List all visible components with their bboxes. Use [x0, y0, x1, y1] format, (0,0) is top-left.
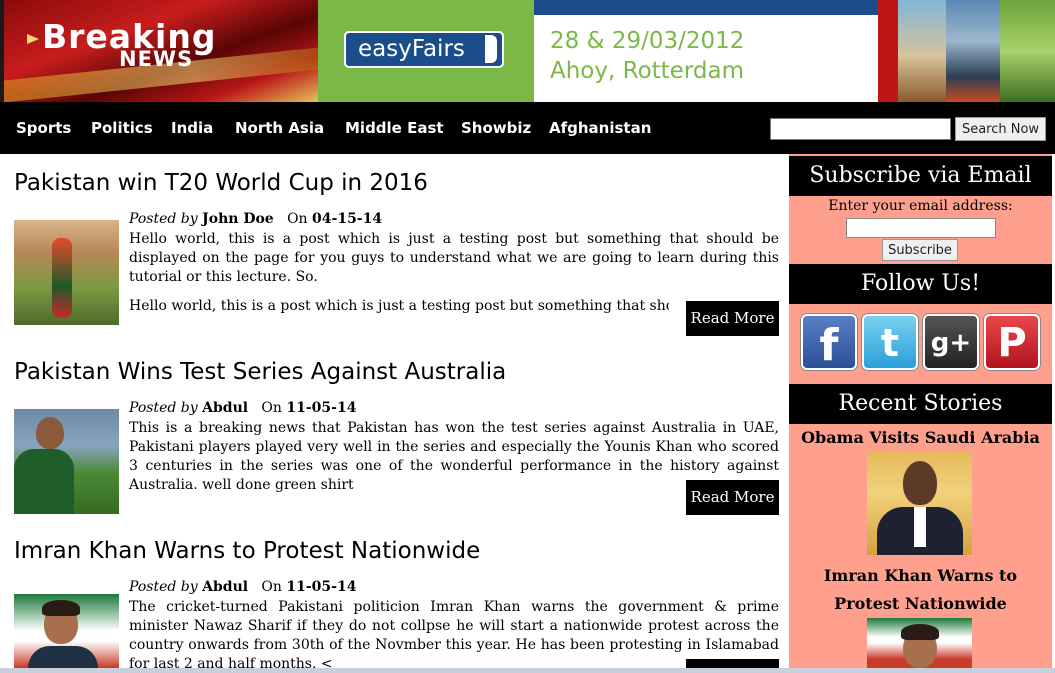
window-bottom-edge — [0, 668, 1055, 673]
nav-link-afghanistan[interactable]: Afghanistan — [549, 119, 651, 137]
post-meta: Posted by John Doe On 04-15-14 — [129, 211, 382, 227]
thumbnail-hair — [42, 600, 80, 616]
pinterest-icon[interactable]: P — [984, 314, 1040, 370]
read-more-button[interactable]: Read More — [686, 301, 779, 336]
post-meta: Posted by Abdul On 11-05-14 — [129, 579, 356, 595]
post-item: Pakistan win T20 World Cup in 2016 Poste… — [14, 170, 779, 340]
post-thumbnail[interactable] — [14, 594, 119, 673]
post-title[interactable]: Pakistan win T20 World Cup in 2016 — [14, 170, 779, 196]
post-excerpt: The cricket-turned Pakistani politicion … — [129, 599, 779, 672]
posted-by-label: Posted by — [129, 579, 198, 595]
post-meta: Posted by Abdul On 11-05-14 — [129, 400, 356, 416]
posted-by-label: Posted by — [129, 400, 198, 416]
post-thumbnail[interactable] — [14, 220, 119, 325]
nav-link-sports[interactable]: Sports — [16, 119, 71, 137]
on-label: On — [261, 400, 282, 416]
posted-by-label: Posted by — [129, 211, 198, 227]
site-logo[interactable]: Breaking NEWS — [4, 0, 318, 102]
image-hair — [901, 624, 939, 640]
facebook-icon[interactable]: f — [801, 314, 857, 371]
nav-link-north-asia[interactable]: North Asia — [235, 119, 324, 137]
google-plus-icon[interactable]: g+ — [923, 314, 979, 370]
image-head — [903, 461, 937, 505]
post-date: 11-05-14 — [286, 579, 357, 595]
post-date: 04-15-14 — [312, 211, 383, 227]
thumbnail-figure — [52, 238, 72, 318]
banner-photo-2 — [946, 0, 1000, 102]
main-nav: Sports Politics India North Asia Middle … — [0, 102, 1055, 154]
on-label: On — [261, 579, 282, 595]
header-banner: Breaking NEWS easyFairs 28 & 29/03/2012 … — [0, 0, 1055, 102]
follow-heading: Follow Us! — [789, 264, 1052, 304]
logo-arrow-icon — [27, 34, 39, 44]
twitter-icon[interactable]: t — [862, 314, 918, 370]
post-excerpt: Hello world, this is a post which is jus… — [129, 231, 779, 285]
ad-brand: easyFairs — [358, 36, 465, 62]
post-excerpt-2: Hello world, this is a post which is jus… — [129, 298, 669, 314]
recent-stories-heading: Recent Stories — [789, 384, 1052, 424]
search-button[interactable]: Search Now — [955, 117, 1046, 141]
banner-photo-3 — [1000, 0, 1055, 102]
nav-link-middle-east[interactable]: Middle East — [345, 119, 444, 137]
ad-topbar — [534, 0, 878, 15]
recent-story-image[interactable] — [867, 451, 972, 555]
subscribe-heading: Subscribe via Email — [789, 156, 1052, 196]
read-more-button[interactable]: Read More — [686, 480, 779, 515]
ad-brand-badge: easyFairs — [344, 31, 504, 68]
banner-photos — [878, 0, 1055, 102]
image-shirt — [914, 507, 926, 547]
post-author: John Doe — [202, 211, 274, 227]
main-content: Pakistan win T20 World Cup in 2016 Poste… — [0, 154, 788, 673]
thumbnail-body — [14, 449, 74, 514]
nav-link-showbiz[interactable]: Showbiz — [461, 119, 531, 137]
post-excerpt: This is a breaking news that Pakistan ha… — [129, 420, 779, 493]
post-author: Abdul — [202, 579, 249, 595]
post-item: Pakistan Wins Test Series Against Austra… — [14, 359, 779, 529]
banner-photo-1 — [898, 0, 946, 102]
sidebar: Subscribe via Email Enter your email add… — [789, 154, 1052, 673]
subscribe-button[interactable]: Subscribe — [882, 239, 958, 261]
recent-story-title[interactable]: Imran Khan Warns to Protest Nationwide — [789, 562, 1052, 618]
on-label: On — [287, 211, 308, 227]
logo-line2: NEWS — [119, 47, 194, 71]
post-author: Abdul — [202, 400, 249, 416]
email-field[interactable] — [846, 218, 996, 238]
advertisement-banner[interactable]: easyFairs 28 & 29/03/2012 Ahoy, Rotterda… — [318, 0, 878, 102]
thumbnail-head — [36, 417, 64, 449]
post-thumbnail[interactable] — [14, 409, 119, 514]
post-title[interactable]: Imran Khan Warns to Protest Nationwide — [14, 538, 779, 564]
recent-story-title[interactable]: Obama Visits Saudi Arabia — [789, 424, 1052, 452]
post-item: Imran Khan Warns to Protest Nationwide P… — [14, 538, 779, 673]
post-date: 11-05-14 — [286, 400, 357, 416]
search-input[interactable] — [770, 118, 951, 140]
nav-link-politics[interactable]: Politics — [91, 119, 153, 137]
recent-story-image[interactable] — [867, 618, 972, 673]
email-label: Enter your email address: — [828, 198, 1013, 214]
post-title[interactable]: Pakistan Wins Test Series Against Austra… — [14, 359, 779, 385]
ad-place: Ahoy, Rotterdam — [550, 58, 744, 84]
ad-brand-mark-icon — [485, 35, 497, 63]
nav-link-india[interactable]: India — [171, 119, 213, 137]
ad-date: 28 & 29/03/2012 — [550, 28, 745, 54]
